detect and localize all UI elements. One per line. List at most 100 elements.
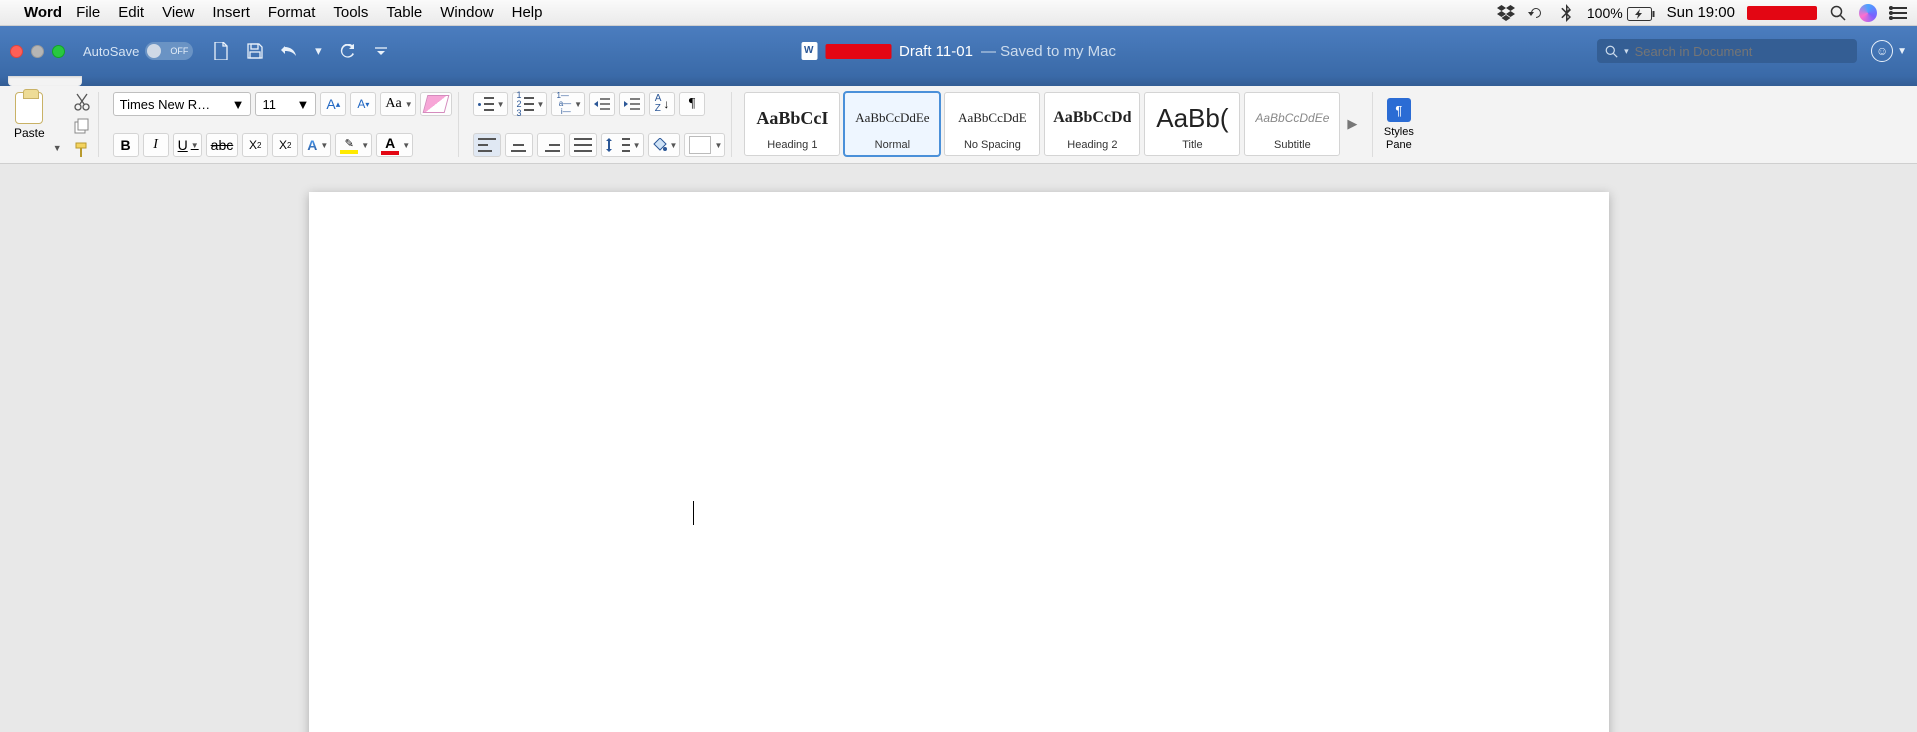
styles-gallery-more[interactable]: ▶: [1344, 92, 1360, 156]
autosave-label: AutoSave: [83, 44, 139, 59]
style-name: Subtitle: [1274, 139, 1311, 151]
menu-file[interactable]: File: [76, 4, 100, 21]
grow-font-button[interactable]: A▴: [320, 92, 346, 116]
style-title[interactable]: AaBb(Title: [1144, 92, 1240, 156]
paste-button[interactable]: Paste: [14, 92, 45, 140]
align-left-button[interactable]: [473, 133, 501, 157]
autosave-toggle[interactable]: OFF: [145, 42, 193, 60]
style-heading-2[interactable]: AaBbCcDdHeading 2: [1044, 92, 1140, 156]
line-spacing-button[interactable]: ▼: [601, 133, 644, 157]
font-size-value: 11: [262, 97, 292, 112]
menu-insert[interactable]: Insert: [212, 4, 250, 21]
battery-status[interactable]: 100%: [1587, 5, 1655, 21]
feedback-button[interactable]: ☺: [1871, 40, 1893, 62]
ribbon: Paste ▼ Times New R…▼ 11▼ A▴ A▾ Aa▼ B I …: [0, 86, 1917, 164]
window-controls: [10, 45, 65, 58]
decrease-indent-button[interactable]: [589, 92, 615, 116]
copy-button[interactable]: [72, 116, 92, 136]
bullets-button[interactable]: ▼: [473, 92, 508, 116]
undo-button[interactable]: [279, 41, 299, 61]
dropbox-icon[interactable]: [1497, 4, 1515, 22]
menu-view[interactable]: View: [162, 4, 194, 21]
style-normal[interactable]: AaBbCcDdEeNormal: [844, 92, 940, 156]
search-in-document[interactable]: ▾: [1597, 39, 1857, 63]
font-color-button[interactable]: A▼: [376, 133, 413, 157]
minimize-window-button[interactable]: [31, 45, 44, 58]
feedback-dropdown[interactable]: ▼: [1897, 46, 1907, 57]
sort-button[interactable]: AZ↓: [649, 92, 675, 116]
close-window-button[interactable]: [10, 45, 23, 58]
subscript-button[interactable]: X2: [242, 133, 268, 157]
menu-table[interactable]: Table: [386, 4, 422, 21]
font-group: Times New R…▼ 11▼ A▴ A▾ Aa▼ B I U▼ abc X…: [107, 92, 459, 157]
menu-window[interactable]: Window: [440, 4, 493, 21]
underline-button[interactable]: U▼: [173, 133, 202, 157]
document-title: Draft 11-01 — Saved to my Mac: [801, 42, 1116, 60]
menu-edit[interactable]: Edit: [118, 4, 144, 21]
shading-button[interactable]: ▼: [648, 133, 681, 157]
clipboard-group: Paste ▼: [8, 92, 99, 157]
highlight-button[interactable]: ✎▼: [335, 133, 372, 157]
style-name: Title: [1182, 139, 1202, 151]
autosave-control: AutoSave OFF: [83, 42, 193, 60]
format-painter-button[interactable]: [72, 140, 92, 160]
cut-button[interactable]: [72, 92, 92, 112]
zoom-window-button[interactable]: [52, 45, 65, 58]
menu-format[interactable]: Format: [268, 4, 316, 21]
menu-help[interactable]: Help: [512, 4, 543, 21]
italic-button[interactable]: I: [143, 133, 169, 157]
doc-icon: [801, 42, 817, 60]
notification-center-icon[interactable]: [1889, 4, 1907, 22]
superscript-button[interactable]: X2: [272, 133, 298, 157]
spotlight-icon[interactable]: [1829, 4, 1847, 22]
multilevel-list-button[interactable]: 1— a— i—▼: [551, 92, 585, 116]
page[interactable]: [309, 192, 1609, 732]
strikethrough-button[interactable]: abc: [206, 133, 239, 157]
style-heading-1[interactable]: AaBbCcIHeading 1: [744, 92, 840, 156]
ribbon-tabstrip: [0, 76, 1917, 86]
text-cursor: [693, 501, 695, 525]
document-area[interactable]: [0, 164, 1917, 732]
active-tab-indicator: [8, 76, 82, 86]
siri-icon[interactable]: [1859, 4, 1877, 22]
menu-tools[interactable]: Tools: [333, 4, 368, 21]
bold-button[interactable]: B: [113, 133, 139, 157]
styles-pane-button[interactable]: ¶ Styles Pane: [1372, 92, 1416, 157]
qat-customize[interactable]: [371, 41, 391, 61]
sync-icon[interactable]: [1527, 4, 1545, 22]
show-marks-button[interactable]: ¶: [679, 92, 705, 116]
style-no-spacing[interactable]: AaBbCcDdENo Spacing: [944, 92, 1040, 156]
redacted-user: [1747, 6, 1817, 20]
text-effects-button[interactable]: A▼: [302, 133, 331, 157]
change-case-button[interactable]: Aa▼: [380, 92, 415, 116]
increase-indent-button[interactable]: [619, 92, 645, 116]
shrink-font-button[interactable]: A▾: [350, 92, 376, 116]
style-name: Normal: [875, 139, 910, 151]
quick-access-toolbar: ▾: [211, 41, 391, 61]
paragraph-group: ▼ 123▼ 1— a— i—▼ AZ↓ ¶ ▼ ▼ ▼: [467, 92, 733, 157]
style-name: Heading 1: [767, 139, 817, 151]
paste-label: Paste: [14, 126, 45, 140]
redo-button[interactable]: [337, 41, 357, 61]
font-name-combo[interactable]: Times New R…▼: [113, 92, 252, 116]
battery-pct: 100%: [1587, 5, 1623, 21]
paste-dropdown[interactable]: ▼: [53, 143, 62, 153]
save-button[interactable]: [245, 41, 265, 61]
bluetooth-icon[interactable]: [1557, 4, 1575, 22]
style-subtitle[interactable]: AaBbCcDdEeSubtitle: [1244, 92, 1340, 156]
new-doc-button[interactable]: [211, 41, 231, 61]
menubar-clock[interactable]: Sun 19:00: [1667, 4, 1735, 21]
search-input[interactable]: [1635, 44, 1849, 59]
numbering-button[interactable]: 123▼: [512, 92, 548, 116]
app-name[interactable]: Word: [24, 4, 62, 21]
justify-button[interactable]: [569, 133, 597, 157]
font-name-value: Times New R…: [120, 97, 228, 112]
align-center-button[interactable]: [505, 133, 533, 157]
undo-dropdown[interactable]: ▾: [313, 41, 323, 61]
borders-button[interactable]: ▼: [684, 133, 725, 157]
font-size-combo[interactable]: 11▼: [255, 92, 316, 116]
styles-pane-label: Styles Pane: [1381, 126, 1416, 150]
redacted-title-part: [825, 44, 891, 59]
clear-formatting-button[interactable]: [420, 92, 452, 116]
align-right-button[interactable]: [537, 133, 565, 157]
